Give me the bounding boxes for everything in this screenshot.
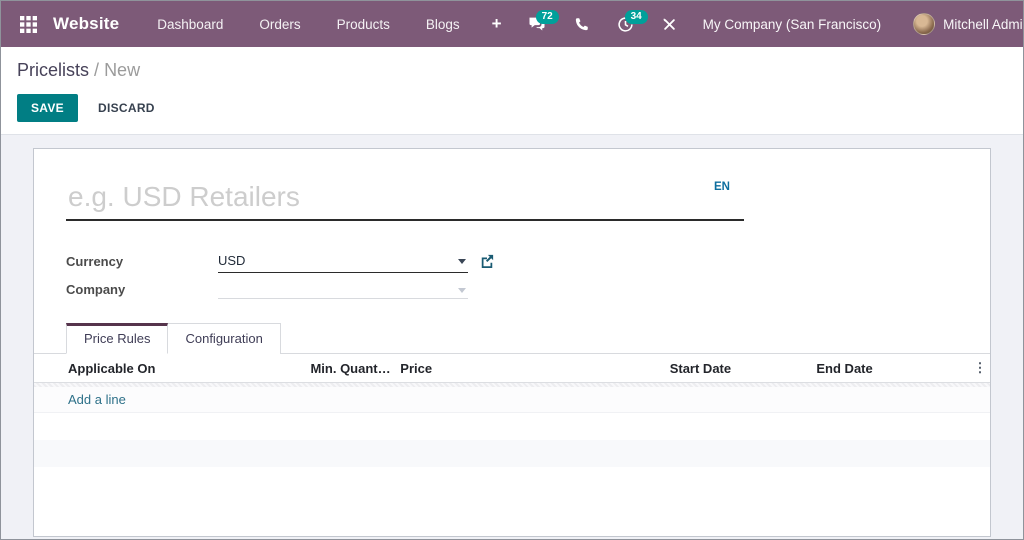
notebook-tabs: Price Rules Configuration bbox=[34, 323, 990, 354]
odoo-window: Website Dashboard Orders Products Blogs … bbox=[0, 0, 1024, 540]
currency-label: Currency bbox=[66, 253, 124, 269]
empty-list-row bbox=[34, 467, 990, 494]
company-value[interactable] bbox=[218, 279, 468, 299]
company-select[interactable] bbox=[218, 279, 468, 299]
app-brand[interactable]: Website bbox=[53, 14, 119, 34]
form-view: EN Currency USD bbox=[1, 135, 1023, 539]
currency-field-row: Currency USD bbox=[66, 247, 990, 275]
translation-lang-button[interactable]: EN bbox=[714, 181, 730, 193]
user-menu[interactable]: Mitchell Admin bbox=[901, 13, 1024, 35]
apps-grid-icon bbox=[19, 15, 37, 33]
messages-count-badge: 72 bbox=[535, 10, 559, 24]
add-line-row: Add a line bbox=[34, 387, 990, 413]
currency-select[interactable]: USD bbox=[218, 250, 468, 273]
phone-icon bbox=[574, 17, 589, 32]
price-rules-header-row: Applicable On Min. Quant… Price Start Da… bbox=[34, 354, 990, 383]
external-link-icon[interactable] bbox=[480, 254, 494, 268]
header-price[interactable]: Price bbox=[400, 361, 669, 376]
breadcrumb-current: New bbox=[104, 60, 141, 80]
empty-list-row bbox=[34, 440, 990, 467]
user-avatar bbox=[913, 13, 936, 35]
header-applicable-on[interactable]: Applicable On bbox=[68, 361, 310, 376]
menu-products[interactable]: Products bbox=[319, 4, 408, 45]
activities-count-badge: 34 bbox=[624, 9, 648, 24]
tab-configuration[interactable]: Configuration bbox=[168, 323, 281, 354]
currency-value[interactable]: USD bbox=[218, 250, 468, 273]
header-end-date[interactable]: End Date bbox=[816, 361, 970, 376]
activities-button[interactable]: 34 bbox=[605, 8, 648, 41]
menu-blogs[interactable]: Blogs bbox=[408, 4, 478, 45]
tab-price-rules[interactable]: Price Rules bbox=[66, 323, 169, 354]
pricelist-name-input[interactable] bbox=[66, 179, 744, 221]
top-navbar: Website Dashboard Orders Products Blogs … bbox=[1, 1, 1023, 47]
company-field-row: Company bbox=[66, 275, 990, 303]
column-options-icon[interactable]: ⋮ bbox=[970, 360, 990, 376]
control-panel: Pricelists / New SAVE DISCARD bbox=[1, 47, 1023, 135]
header-start-date[interactable]: Start Date bbox=[670, 361, 817, 376]
field-group: Currency USD Company bbox=[66, 247, 990, 303]
apps-menu-button[interactable] bbox=[15, 11, 41, 37]
form-sheet: EN Currency USD bbox=[33, 148, 991, 537]
chevron-down-icon[interactable] bbox=[458, 288, 466, 293]
empty-list-row bbox=[34, 413, 990, 440]
menu-dashboard[interactable]: Dashboard bbox=[139, 4, 241, 45]
tools-button[interactable] bbox=[650, 9, 689, 40]
main-menu: Dashboard Orders Products Blogs + bbox=[139, 4, 515, 45]
menu-orders[interactable]: Orders bbox=[241, 4, 318, 45]
messages-button[interactable]: 72 bbox=[516, 8, 559, 40]
pricelist-name-block: EN bbox=[66, 179, 744, 221]
breadcrumb-pricelists[interactable]: Pricelists bbox=[17, 60, 89, 80]
phone-button[interactable] bbox=[562, 9, 601, 40]
discard-button[interactable]: DISCARD bbox=[84, 94, 169, 122]
breadcrumb-separator: / bbox=[94, 60, 100, 80]
add-a-line-link[interactable]: Add a line bbox=[68, 392, 126, 407]
company-label: Company bbox=[66, 281, 126, 297]
tools-icon bbox=[662, 17, 677, 32]
chevron-down-icon[interactable] bbox=[458, 258, 466, 264]
header-min-quantity[interactable]: Min. Quant… bbox=[310, 361, 400, 376]
save-button[interactable]: SAVE bbox=[17, 94, 78, 122]
company-switcher[interactable]: My Company (San Francisco) bbox=[693, 17, 898, 32]
breadcrumb: Pricelists / New bbox=[17, 60, 1007, 81]
new-content-button[interactable]: + bbox=[478, 4, 516, 44]
user-name: Mitchell Admin bbox=[943, 16, 1024, 32]
